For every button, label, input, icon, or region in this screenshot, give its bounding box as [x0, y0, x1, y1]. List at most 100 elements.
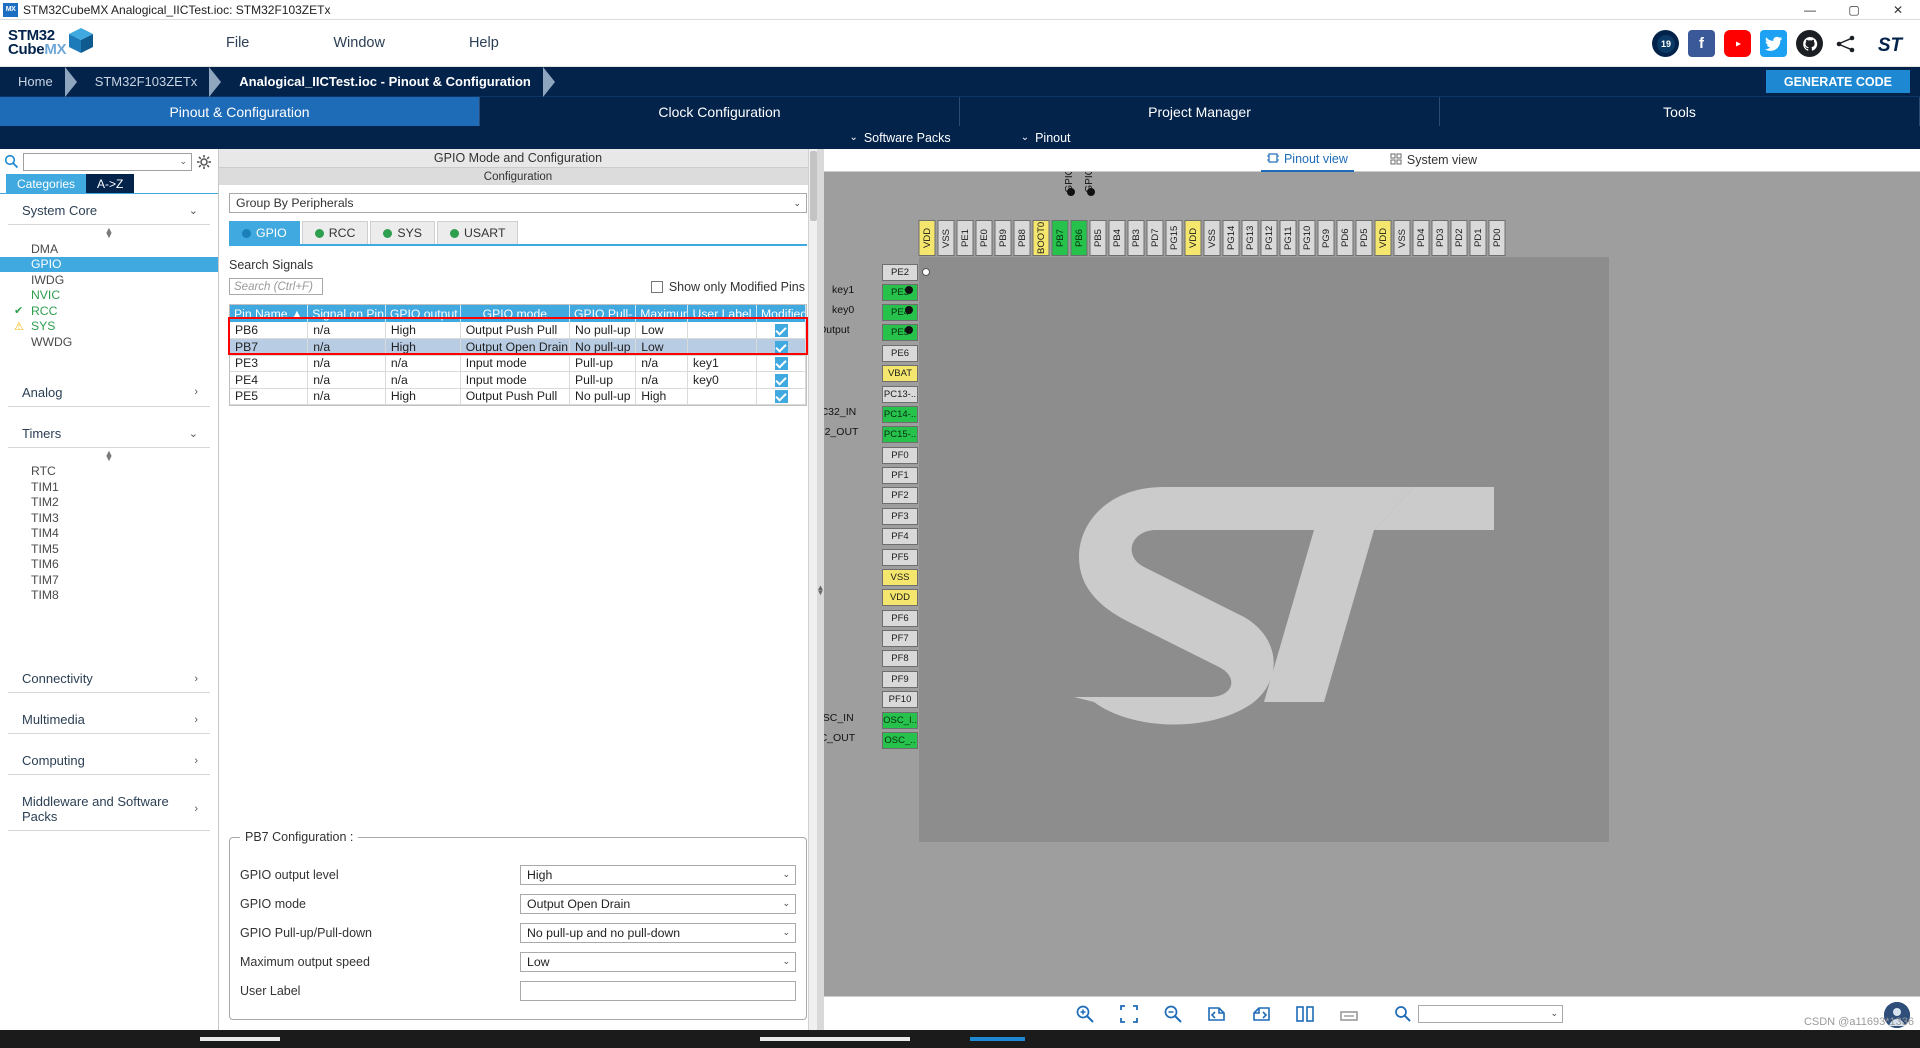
software-packs-menu[interactable]: ⌄ Software Packs: [849, 131, 950, 145]
minimize-button[interactable]: —: [1788, 0, 1832, 20]
tab-pinout-configuration[interactable]: Pinout & Configuration: [0, 97, 480, 126]
sidebar-item-rtc[interactable]: RTC: [0, 464, 218, 480]
chip-pin-pd3[interactable]: PD3: [1432, 220, 1449, 256]
cell-user-label[interactable]: [687, 338, 758, 356]
split-view-icon[interactable]: [1294, 1003, 1316, 1025]
chip-pin-pf9[interactable]: PF9: [882, 671, 918, 688]
zoom-in-icon[interactable]: [1074, 1003, 1096, 1025]
chip-pin-pb7[interactable]: PB7: [1052, 220, 1069, 256]
table-row[interactable]: PE3 n/a n/a Input mode Pull-up n/a key1: [230, 355, 806, 372]
sidebar-item-wwdg[interactable]: WWDG: [0, 334, 218, 350]
fit-screen-icon[interactable]: [1118, 1003, 1140, 1025]
sidebar-item-tim2[interactable]: TIM2: [0, 495, 218, 511]
chip-pin-pd0[interactable]: PD0: [1489, 220, 1506, 256]
chip-pin-pb3[interactable]: PB3: [1128, 220, 1145, 256]
col-gpio-pull[interactable]: GPIO Pull-: [569, 305, 637, 322]
chip-pin-vss-l[interactable]: VSS: [882, 569, 918, 586]
chip-pin-pd1[interactable]: PD1: [1470, 220, 1487, 256]
chip-pin-pg11[interactable]: PG11: [1280, 220, 1297, 256]
chip-pin-vdd3[interactable]: VDD: [1375, 220, 1392, 256]
chip-pin-pe2[interactable]: PE2: [882, 264, 918, 281]
close-button[interactable]: ✕: [1876, 0, 1920, 20]
sidebar-item-sys[interactable]: ⚠ SYS: [0, 319, 218, 335]
menu-help[interactable]: Help: [427, 29, 541, 57]
tab-categories[interactable]: Categories: [6, 174, 87, 193]
export-icon[interactable]: [1338, 1003, 1360, 1025]
chip-pin-pc13[interactable]: PC13-..: [882, 386, 918, 403]
sidebar-search-input[interactable]: ⌄: [23, 152, 192, 171]
chip-pin-vss2[interactable]: VSS: [1204, 220, 1221, 256]
youtube-icon[interactable]: [1724, 30, 1751, 57]
chip-pin-pe4[interactable]: PE4: [882, 304, 918, 321]
col-modified[interactable]: Modified: [756, 305, 806, 322]
sidebar-item-iwdg[interactable]: IWDG: [0, 272, 218, 288]
chip-pin-pf0[interactable]: PF0: [882, 447, 918, 464]
chip-pin-pd5[interactable]: PD5: [1356, 220, 1373, 256]
chip-pin-boot0[interactable]: BOOT0: [1033, 220, 1050, 256]
tab-system-view[interactable]: System view: [1384, 150, 1483, 171]
chip-pin-pe1[interactable]: PE1: [957, 220, 974, 256]
chip-pin-vss3[interactable]: VSS: [1394, 220, 1411, 256]
chip-pin-pd2[interactable]: PD2: [1451, 220, 1468, 256]
show-modified-pins-checkbox[interactable]: [650, 280, 663, 293]
sidebar-item-tim6[interactable]: TIM6: [0, 557, 218, 573]
tab-pinout-view[interactable]: Pinout view: [1260, 149, 1354, 172]
chip-pin-pc14[interactable]: PC14-..: [882, 406, 918, 423]
chip-pin-pf10[interactable]: PF10: [882, 691, 918, 708]
sidebar-item-tim4[interactable]: TIM4: [0, 526, 218, 542]
chip-pin-vdd[interactable]: VDD: [919, 220, 936, 256]
chip-pin-pg15[interactable]: PG15: [1166, 220, 1183, 256]
chip-pin-pc15[interactable]: PC15-..: [882, 426, 918, 443]
generate-code-button[interactable]: GENERATE CODE: [1765, 70, 1910, 93]
ptab-sys[interactable]: SYS: [370, 221, 436, 244]
sidebar-item-tim5[interactable]: TIM5: [0, 541, 218, 557]
chip-pin-pf8[interactable]: PF8: [882, 650, 918, 667]
chip-pin-pb9[interactable]: PB9: [995, 220, 1012, 256]
sidebar-item-gpio[interactable]: GPIO: [0, 256, 218, 272]
search-icon[interactable]: [1392, 1003, 1414, 1025]
chip-pin-pg10[interactable]: PG10: [1299, 220, 1316, 256]
chip-pin-pb4[interactable]: PB4: [1109, 220, 1126, 256]
sidebar-item-dma[interactable]: DMA: [0, 241, 218, 257]
chip-pin-pb5[interactable]: PB5: [1090, 220, 1107, 256]
gpio-output-level-select[interactable]: High ⌄: [520, 864, 796, 885]
chip-pin-pf6[interactable]: PF6: [882, 610, 918, 627]
cell-user-label[interactable]: [687, 388, 758, 405]
chip-pin-pe5[interactable]: PE5: [882, 324, 918, 341]
ptab-rcc[interactable]: RCC: [301, 221, 369, 244]
chip-pin-pf7[interactable]: PF7: [882, 630, 918, 647]
cell-user-label[interactable]: key1: [687, 355, 758, 372]
chip-pin-pe6[interactable]: PE6: [882, 345, 918, 362]
chip-pin-vdd-l[interactable]: VDD: [882, 589, 918, 606]
pinout-menu[interactable]: ⌄ Pinout: [1021, 131, 1071, 145]
share-icon[interactable]: [1832, 30, 1859, 57]
chip-pin-osc-in[interactable]: OSC_I..: [882, 712, 918, 729]
chip-pin-pb8[interactable]: PB8: [1014, 220, 1031, 256]
ptab-usart[interactable]: USART: [437, 221, 519, 244]
ptab-gpio[interactable]: GPIO: [229, 221, 300, 244]
scrollbar-thumb[interactable]: [810, 151, 817, 221]
chip-pin-pd6[interactable]: PD6: [1337, 220, 1354, 256]
scroll-spinner-icon[interactable]: ▲ ▼: [0, 225, 218, 241]
github-icon[interactable]: [1796, 30, 1823, 57]
breadcrumb-home[interactable]: Home: [0, 67, 67, 96]
col-user-label[interactable]: User Label: [687, 305, 758, 322]
chip-pin-osc-out[interactable]: OSC_..: [882, 732, 918, 749]
rotate-right-icon[interactable]: [1250, 1003, 1272, 1025]
chip-pin-pd4[interactable]: PD4: [1413, 220, 1430, 256]
gear-icon[interactable]: [196, 154, 212, 170]
chip-search-input[interactable]: ⌄: [1418, 1004, 1563, 1023]
tab-a-to-z[interactable]: A->Z: [86, 174, 135, 193]
tab-project-manager[interactable]: Project Manager: [960, 97, 1440, 126]
tab-clock-configuration[interactable]: Clock Configuration: [480, 97, 960, 126]
col-signal-on-pin[interactable]: Signal on Pin: [307, 305, 386, 322]
chip-pin-pe3[interactable]: PE3: [882, 284, 918, 301]
chip-pin-pd7[interactable]: PD7: [1147, 220, 1164, 256]
chip-pin-pg9[interactable]: PG9: [1318, 220, 1335, 256]
chip-pin-pg13[interactable]: PG13: [1242, 220, 1259, 256]
tab-tools[interactable]: Tools: [1440, 97, 1920, 126]
chip-pin-pe0[interactable]: PE0: [976, 220, 993, 256]
table-row[interactable]: PB6 n/a High Output Push Pull No pull-up…: [230, 322, 806, 339]
group-by-select[interactable]: Group By Peripherals ⌄: [229, 193, 807, 213]
max-output-speed-select[interactable]: Low ⌄: [520, 951, 796, 972]
